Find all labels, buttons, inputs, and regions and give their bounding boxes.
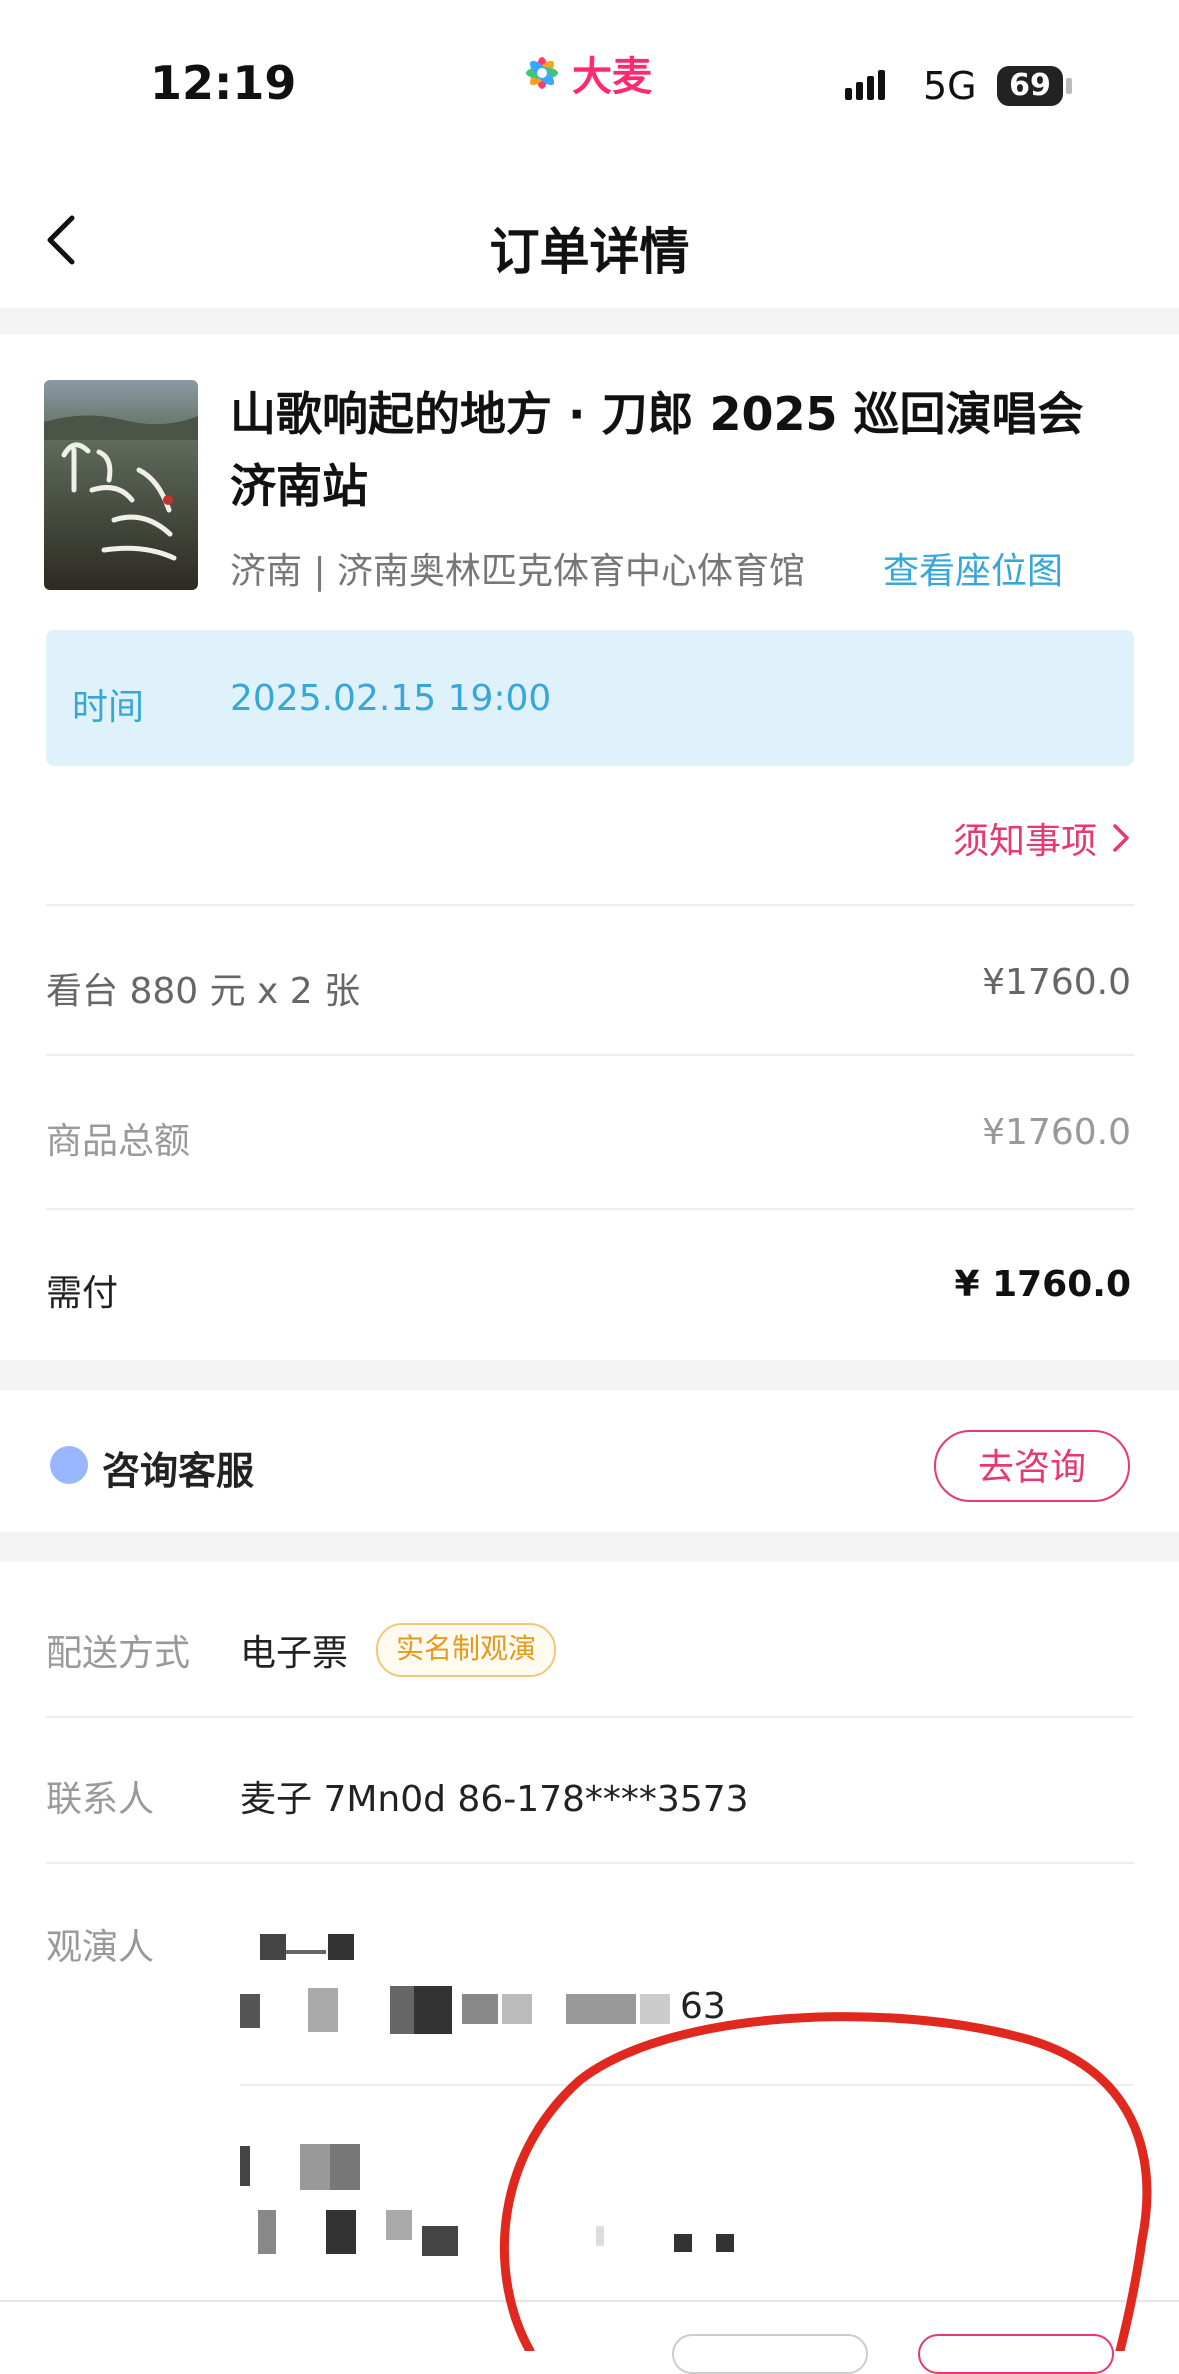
event-title[interactable]: 山歌响起的地方 · 刀郎 2025 巡回演唱会 济南站 — [230, 378, 1130, 522]
damai-flower-icon — [526, 57, 558, 89]
event-venue: 济南 | 济南奥林匹克体育中心体育馆 — [230, 551, 806, 592]
section-gap — [0, 1360, 1179, 1390]
contact-value: 麦子 7Mn0d 86-178****3573 — [240, 1779, 749, 1820]
divider — [46, 1716, 1134, 1718]
ticket-line-amount: ¥1760.0 — [982, 962, 1131, 1003]
attendee-1-name-redacted — [240, 1920, 380, 1980]
consult-button[interactable]: 去咨询 — [934, 1430, 1130, 1502]
divider — [46, 1862, 1134, 1864]
seat-map-link[interactable]: 查看座位图 — [883, 542, 1063, 594]
brand-logo: 大麦 — [520, 44, 652, 102]
status-time: 12:19 — [150, 56, 297, 110]
divider — [46, 904, 1134, 906]
brand-name: 大麦 — [572, 54, 652, 100]
divider — [46, 1054, 1134, 1056]
divider — [46, 1208, 1134, 1210]
notice-link-label: 须知事项 — [952, 821, 1097, 862]
signal-icon — [845, 70, 885, 100]
real-name-tag: 实名制观演 — [376, 1623, 557, 1677]
battery-tip — [1066, 78, 1072, 94]
subtotal-amount: ¥1760.0 — [982, 1112, 1131, 1153]
contact-label: 联系人 — [46, 1779, 155, 1820]
attendee-label: 观演人 — [46, 1927, 155, 1968]
event-poster[interactable] — [44, 380, 198, 590]
section-gap — [0, 1532, 1179, 1562]
delivery-method-value: 电子票 — [240, 1633, 349, 1674]
battery-icon: 69 — [997, 66, 1063, 106]
consult-label: 咨询客服 — [102, 1449, 255, 1493]
delivery-method-label: 配送方式 — [46, 1633, 191, 1674]
page-title: 订单详情 — [489, 223, 690, 281]
ticket-line-label: 看台 880 元 x 2 张 — [46, 971, 361, 1012]
chat-icon — [50, 1446, 88, 1484]
time-label: 时间 — [72, 687, 145, 728]
chevron-right-icon — [1113, 824, 1129, 852]
time-box — [46, 630, 1134, 766]
amount-due-value: ¥ 1760.0 — [954, 1264, 1131, 1305]
red-annotation-circle — [499, 2012, 1152, 2351]
network-type: 5G — [923, 64, 977, 108]
attendee-2-name-redacted — [240, 2140, 380, 2200]
amount-due-label: 需付 — [46, 1273, 119, 1314]
subtotal-label: 商品总额 — [46, 1121, 191, 1162]
time-value: 2025.02.15 19:00 — [230, 678, 552, 719]
notice-link[interactable]: 须知事项 — [953, 812, 1131, 864]
section-gap — [0, 308, 1179, 334]
